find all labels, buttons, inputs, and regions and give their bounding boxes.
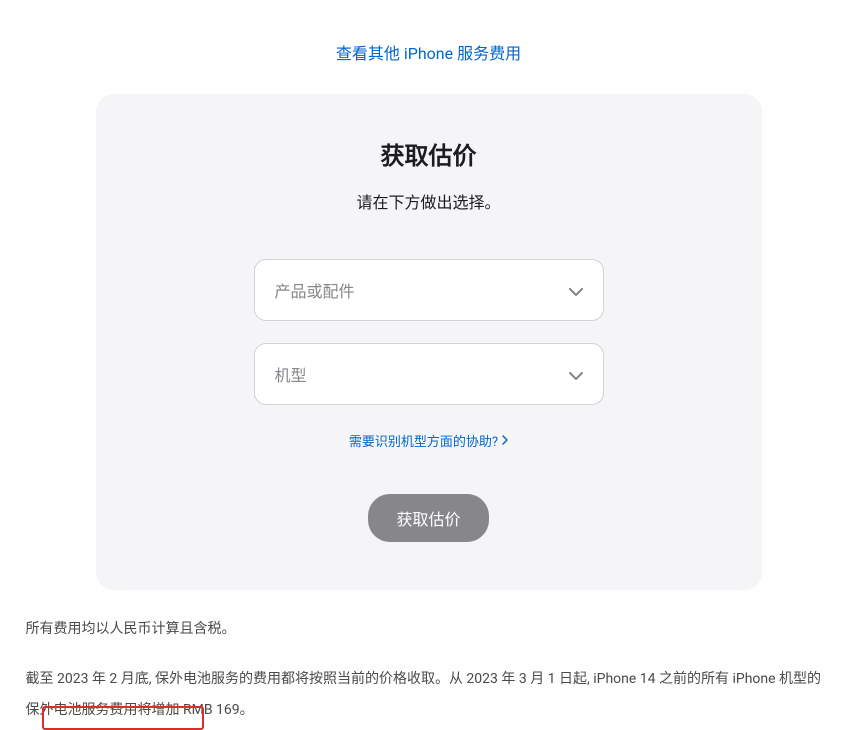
footer-notes: 所有费用均以人民币计算且含税。 截至 2023 年 2 月底, 保外电池服务的费… bbox=[14, 618, 844, 726]
footer-note-1: 所有费用均以人民币计算且含税。 bbox=[26, 618, 832, 640]
product-select[interactable]: 产品或配件 bbox=[254, 259, 604, 321]
product-select-placeholder: 产品或配件 bbox=[275, 278, 355, 302]
chevron-down-icon bbox=[569, 281, 583, 300]
help-link-label: 需要识别机型方面的协助? bbox=[349, 431, 498, 450]
view-other-services-link[interactable]: 查看其他 iPhone 服务费用 bbox=[336, 44, 521, 63]
card-subtitle: 请在下方做出选择。 bbox=[146, 189, 712, 213]
chevron-right-icon bbox=[502, 434, 508, 448]
chevron-down-icon bbox=[569, 365, 583, 384]
footer-note-2: 截至 2023 年 2 月底, 保外电池服务的费用都将按照当前的价格收取。从 2… bbox=[26, 664, 832, 726]
card-title: 获取估价 bbox=[146, 136, 712, 171]
identify-model-help-link[interactable]: 需要识别机型方面的协助? bbox=[349, 431, 508, 450]
footer-note-2-text: 截至 2023 年 2 月底, 保外电池服务的费用都将按照当前的价格收取。从 2… bbox=[26, 671, 822, 718]
estimate-card: 获取估价 请在下方做出选择。 产品或配件 机型 需要识别机型方面的协助? 获取估… bbox=[96, 94, 762, 590]
get-estimate-button[interactable]: 获取估价 bbox=[368, 494, 488, 542]
model-select-placeholder: 机型 bbox=[275, 362, 307, 386]
model-select[interactable]: 机型 bbox=[254, 343, 604, 405]
top-link-container: 查看其他 iPhone 服务费用 bbox=[0, 0, 857, 94]
